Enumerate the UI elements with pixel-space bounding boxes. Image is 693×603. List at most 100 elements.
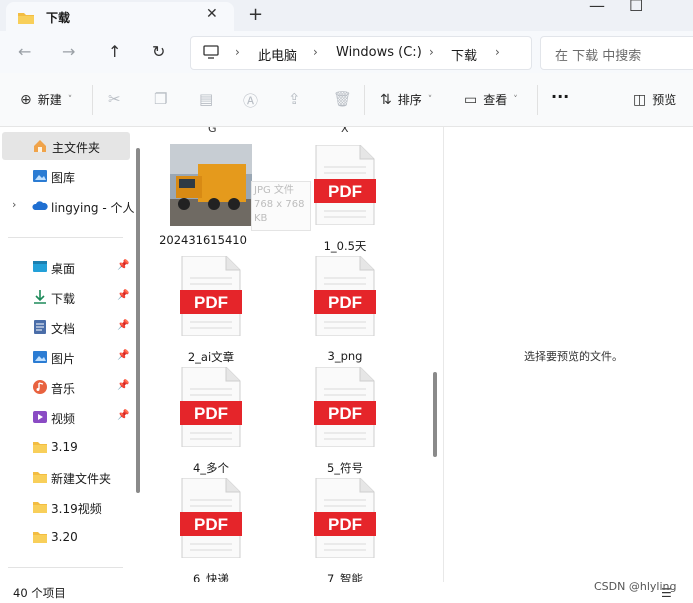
sidebar-scrollbar[interactable]: [136, 148, 140, 493]
new-label: 新建: [37, 93, 62, 107]
pdf-file-icon: PDF: [180, 367, 242, 447]
sidebar-item-downloads[interactable]: 下载 📌: [0, 283, 140, 311]
file-name: 2_ai文章: [187, 350, 235, 364]
maximize-button[interactable]: ☐: [629, 0, 643, 15]
status-bar: 40 个项目 ☰ CSDN @hlyling: [0, 580, 693, 603]
desktop-icon: [33, 261, 47, 272]
navigation-bar: ← → ↑ ↻ › 此电脑 › Windows (C:) › 下载 › 在 下载…: [0, 31, 693, 73]
sidebar-item-music[interactable]: 音乐 📌: [0, 373, 140, 401]
copy-icon[interactable]: ❐: [154, 90, 167, 108]
pdf-badge: PDF: [328, 404, 362, 423]
file-item-pdf[interactable]: PDF 6_快递: [156, 478, 266, 582]
column-header: X: [341, 127, 349, 135]
cut-icon[interactable]: ✂: [108, 90, 121, 108]
divider: [537, 85, 538, 115]
view-label: 查看: [483, 93, 508, 107]
tab-downloads[interactable]: 下载 ✕: [6, 2, 234, 31]
sidebar-folder-3-19-video[interactable]: 3.19视频: [0, 493, 140, 521]
file-scrollbar-track: [430, 127, 442, 582]
pin-icon: 📌: [117, 320, 130, 331]
search-placeholder: 在 下载 中搜索: [555, 49, 642, 64]
sidebar-item-onedrive[interactable]: › lingying - 个人: [0, 192, 140, 220]
sort-button[interactable]: ⇅ 排序 ˅: [380, 91, 432, 108]
watermark: CSDN @hlyling: [594, 580, 677, 593]
forward-icon[interactable]: →: [62, 42, 75, 61]
file-item-pdf[interactable]: PDF 7_智能: [290, 478, 400, 582]
sidebar-item-documents[interactable]: 文档 📌: [0, 313, 140, 341]
sidebar-folder-new-folder[interactable]: 新建文件夹: [0, 463, 140, 491]
breadcrumb-downloads[interactable]: 下载: [451, 45, 477, 64]
preview-pane: 选择要预览的文件。: [443, 127, 693, 582]
pin-icon: 📌: [117, 350, 130, 361]
chevron-right-icon: ›: [429, 45, 434, 59]
file-list: G X 202431615410 JPG 文件 768 x 768 KB PDF…: [148, 127, 430, 582]
pdf-badge: PDF: [194, 293, 228, 312]
file-name: 1_0.5天: [323, 239, 367, 253]
refresh-icon[interactable]: ↻: [152, 42, 165, 61]
pdf-file-icon: PDF: [180, 478, 242, 558]
file-name: 4_多个: [192, 461, 230, 475]
chevron-down-icon: ˅: [67, 94, 73, 105]
command-bar: ⊕ 新建 ˅ ✂ ❐ ▤ Ⓐ ⇪ 🗑 ⇅ 排序 ˅ ▭ 查看 ˅ ··· ◫ 预…: [0, 73, 693, 127]
up-icon[interactable]: ↑: [108, 42, 121, 61]
chevron-down-icon: ˅: [513, 94, 518, 105]
address-bar[interactable]: › 此电脑 › Windows (C:) › 下载 ›: [190, 36, 532, 70]
pdf-file-icon: PDF: [180, 256, 242, 336]
pdf-file-icon: PDF: [314, 478, 376, 558]
sidebar-item-gallery[interactable]: 图库: [0, 162, 140, 190]
sidebar-item-pictures[interactable]: 图片 📌: [0, 343, 140, 371]
image-thumbnail: [170, 144, 252, 226]
divider: [364, 85, 365, 115]
file-item-image[interactable]: 202431615410: [148, 127, 258, 247]
divider: [8, 237, 123, 238]
back-icon[interactable]: ←: [18, 42, 31, 61]
preview-pane-button[interactable]: ◫ 预览: [633, 91, 676, 108]
file-scrollbar[interactable]: [433, 372, 437, 457]
tab-close-button[interactable]: ✕: [206, 6, 218, 22]
breadcrumb-drive[interactable]: Windows (C:): [336, 45, 422, 60]
share-icon[interactable]: ⇪: [288, 90, 301, 108]
file-name: 3_png: [327, 349, 363, 363]
view-button[interactable]: ▭ 查看 ˅: [464, 91, 518, 108]
paste-icon[interactable]: ▤: [199, 90, 213, 108]
search-input[interactable]: 在 下载 中搜索: [540, 36, 693, 70]
more-options-button[interactable]: ···: [551, 87, 569, 106]
pictures-icon: [33, 351, 47, 363]
onedrive-cloud-icon: [32, 201, 48, 210]
pdf-file-icon: PDF: [314, 145, 376, 225]
file-item-pdf[interactable]: PDF 2_ai文章: [156, 256, 266, 366]
title-bar: 下载 ✕ + — ☐: [0, 0, 693, 31]
view-icon: ▭: [464, 91, 478, 108]
rename-icon[interactable]: Ⓐ: [243, 90, 258, 111]
file-item-pdf[interactable]: PDF 1_0.5天: [290, 145, 400, 255]
item-count: 40 个项目: [13, 586, 66, 600]
sidebar-item-home[interactable]: 主文件夹: [2, 132, 130, 160]
pdf-file-icon: PDF: [314, 256, 376, 336]
sidebar-item-videos[interactable]: 视频 📌: [0, 403, 140, 431]
sidebar-folder-3-19[interactable]: 3.19: [0, 433, 140, 461]
new-tab-button[interactable]: +: [248, 4, 263, 25]
computer-icon: [203, 45, 219, 59]
folder-icon: [33, 532, 47, 543]
chevron-right-icon[interactable]: ›: [12, 198, 16, 211]
sidebar-item-desktop[interactable]: 桌面 📌: [0, 253, 140, 281]
new-button[interactable]: ⊕ 新建 ˅: [20, 91, 72, 108]
divider: [8, 567, 123, 568]
file-item-pdf[interactable]: PDF 5_符号: [290, 367, 400, 477]
music-icon: [33, 380, 47, 394]
chevron-right-icon: ›: [313, 45, 318, 59]
sidebar-folder-3-20[interactable]: 3.20: [0, 523, 140, 551]
file-item-pdf[interactable]: PDF 4_多个: [156, 367, 266, 477]
file-item-pdf[interactable]: PDF 3_png: [290, 256, 400, 366]
breadcrumb-this-pc[interactable]: 此电脑: [258, 45, 297, 64]
chevron-down-icon: ˅: [427, 94, 433, 105]
folder-icon: [18, 13, 34, 24]
navigation-pane: 主文件夹 图库 › lingying - 个人 桌面 📌 下载 📌 文档 📌 图…: [0, 127, 145, 582]
preview-label: 预览: [652, 93, 677, 107]
pdf-badge: PDF: [328, 515, 362, 534]
delete-icon[interactable]: 🗑: [333, 90, 352, 108]
pdf-file-icon: PDF: [314, 367, 376, 447]
videos-icon: [33, 411, 47, 423]
minimize-button[interactable]: —: [589, 0, 605, 15]
sort-label: 排序: [397, 93, 422, 107]
